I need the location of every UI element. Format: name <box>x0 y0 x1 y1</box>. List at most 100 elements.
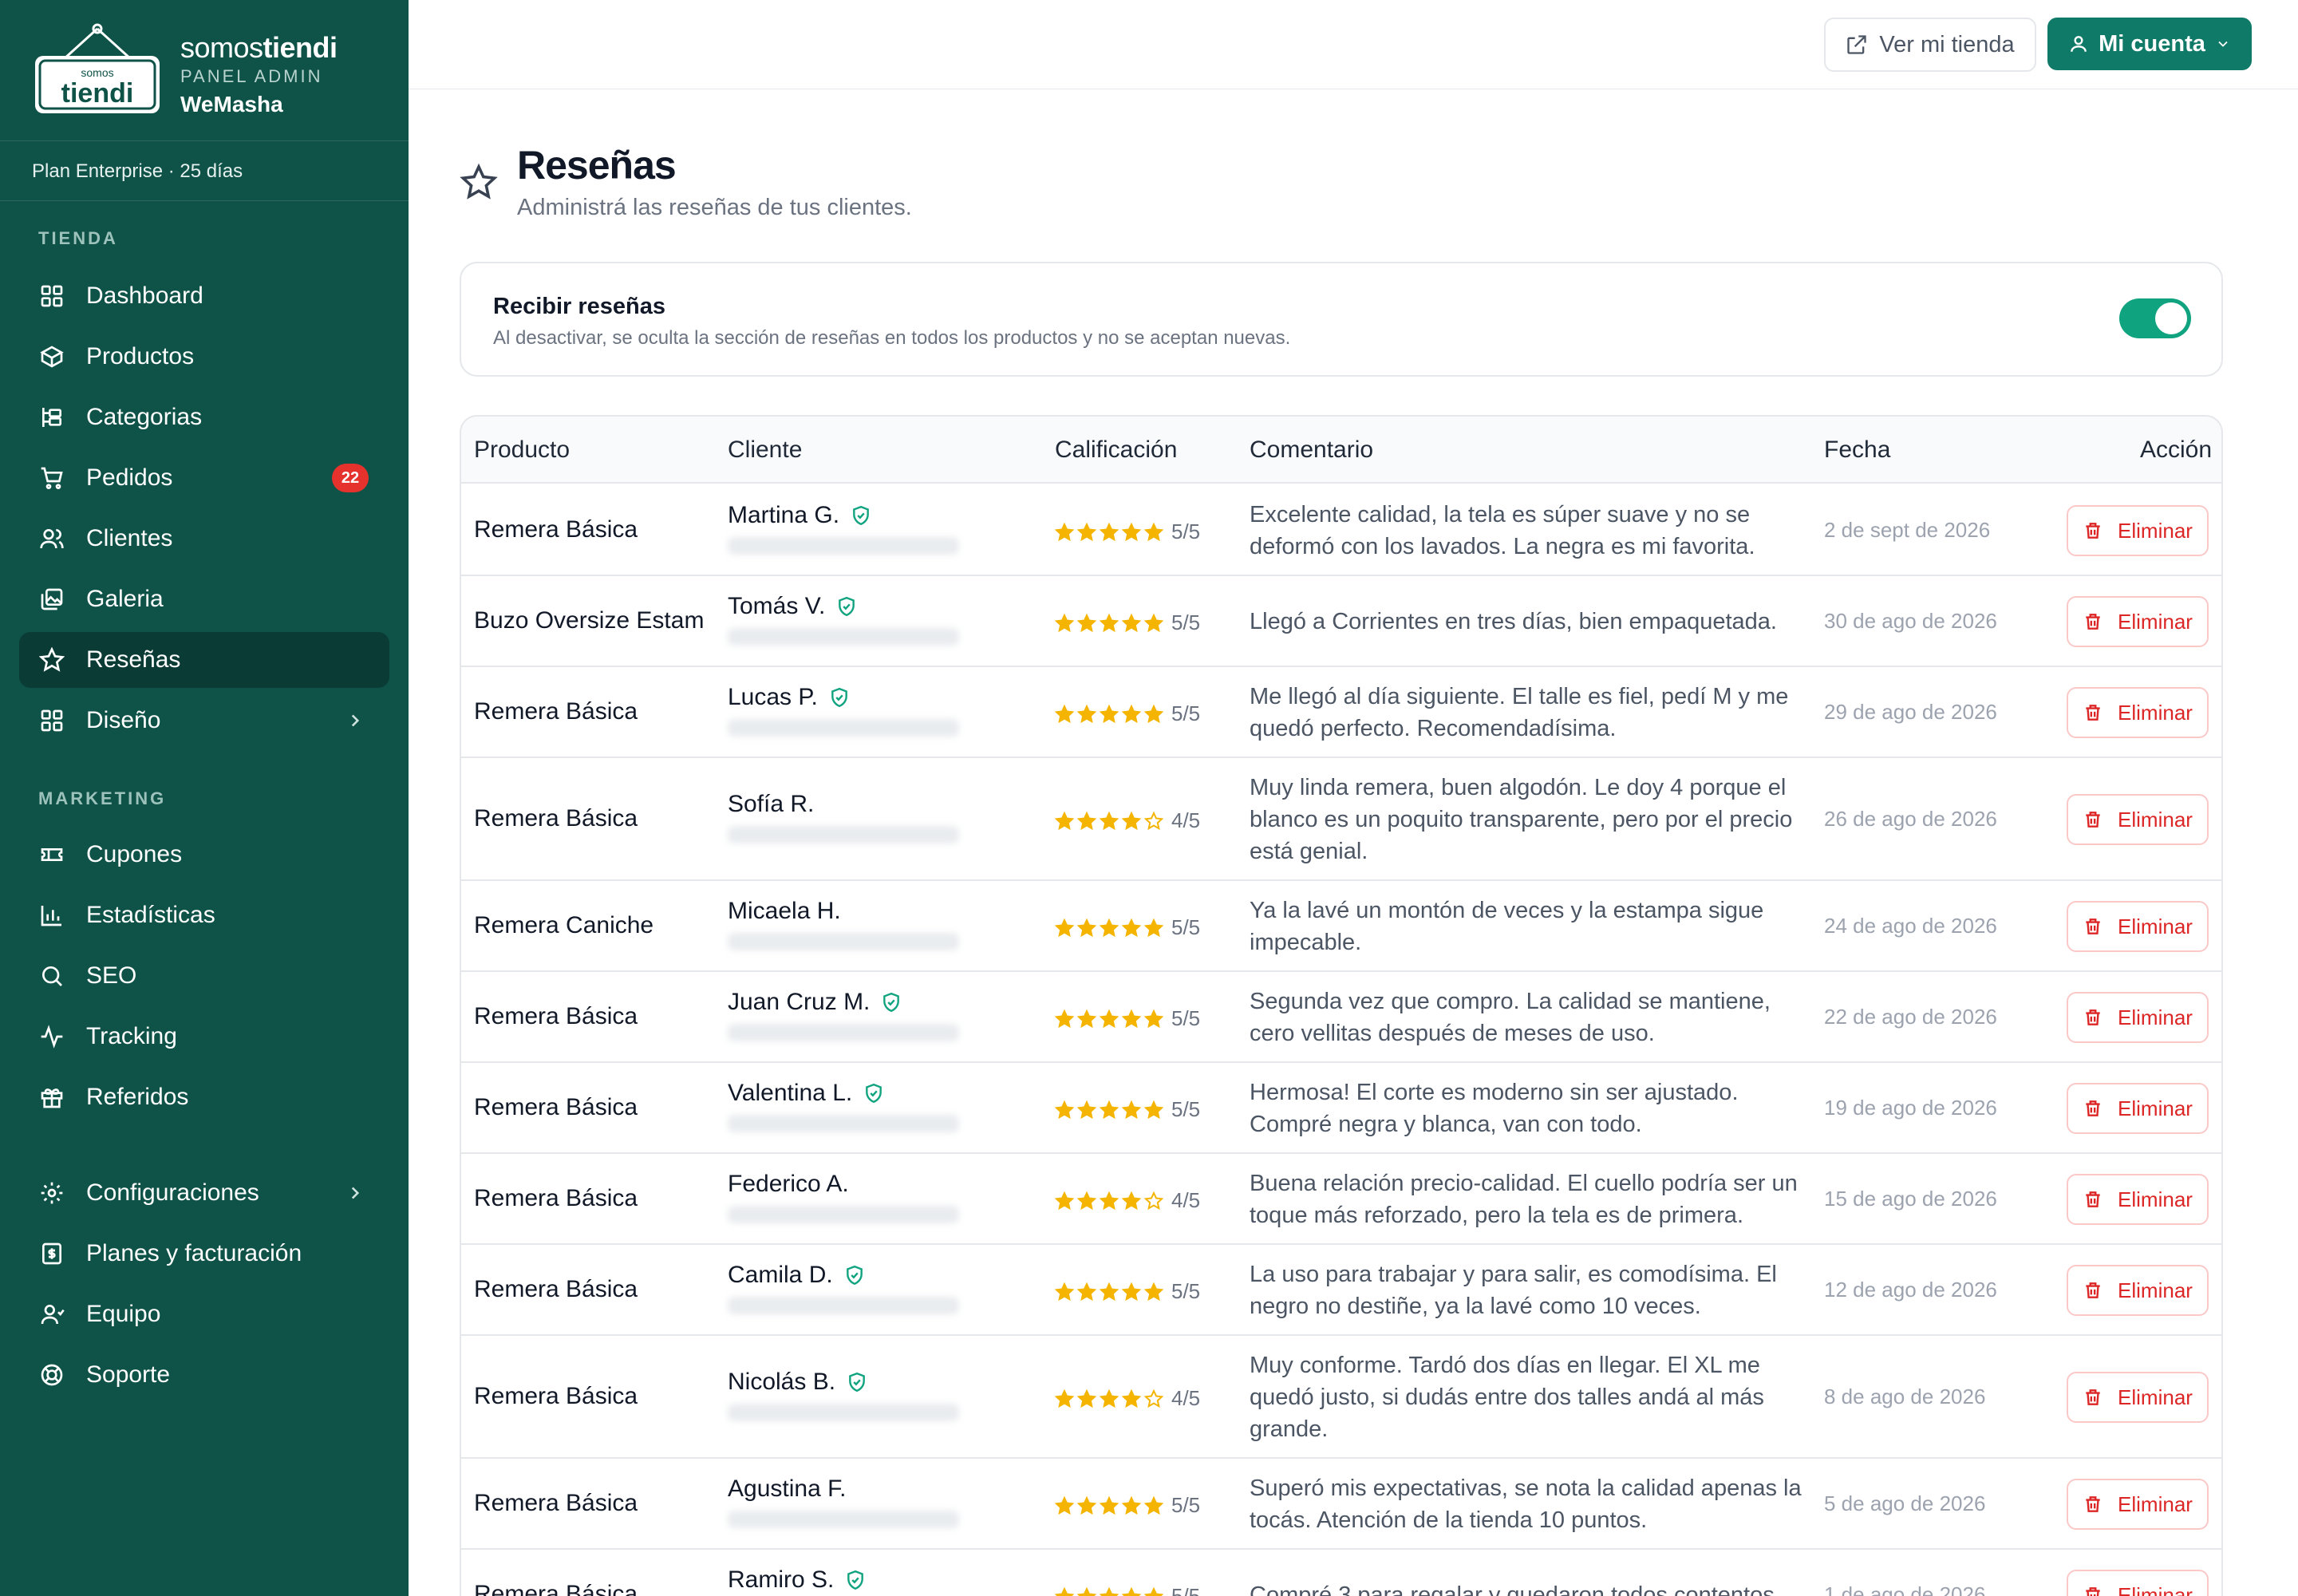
delete-review-button[interactable]: Eliminar <box>2067 1372 2209 1423</box>
review-comment: Hermosa! El corte es moderno sin ser aju… <box>1250 1080 1739 1137</box>
star-filled-icon <box>1076 1191 1097 1211</box>
sidebar-item-galeria[interactable]: Galeria <box>19 571 389 627</box>
star-filled-icon <box>1121 811 1142 831</box>
review-date: 12 de ago de 2026 <box>1824 1278 1997 1302</box>
review-product: Remera Básica <box>474 1185 638 1211</box>
column-header-rating[interactable]: Calificación <box>1055 417 1177 484</box>
review-rating: 4/5 <box>1054 1386 1201 1411</box>
team-icon <box>38 1301 65 1328</box>
view-store-button[interactable]: Ver mi tienda <box>1824 18 2036 72</box>
review-date: 29 de ago de 2026 <box>1824 700 1997 724</box>
delete-review-button[interactable]: Eliminar <box>2067 687 2209 738</box>
store-name: WeMasha <box>180 92 283 117</box>
star-filled-icon <box>1099 1282 1119 1302</box>
table-row: Remera Básica Camila D. 5/5 La uso para tra… <box>461 1245 2221 1336</box>
review-product: Remera Básica <box>474 698 638 725</box>
table-row: Remera Básica Ramiro S. 5/5 Compré 3 para r… <box>461 1550 2221 1596</box>
delete-label: Eliminar <box>2118 1005 2193 1029</box>
sidebar-item-label: Tracking <box>86 1023 177 1049</box>
sidebar-item-estadisticas[interactable]: Estadísticas <box>19 887 389 943</box>
account-menu-button[interactable]: Mi cuenta <box>2047 18 2252 70</box>
delete-review-button[interactable]: Eliminar <box>2067 992 2209 1043</box>
sidebar-item-label: Dashboard <box>86 282 203 309</box>
verified-shield-icon <box>829 687 850 708</box>
delete-review-button[interactable]: Eliminar <box>2067 1265 2209 1316</box>
categories-icon <box>38 404 65 431</box>
rating-text: 4/5 <box>1171 1386 1201 1410</box>
trash-icon <box>2086 705 2100 721</box>
star-filled-icon <box>1121 704 1142 724</box>
trash-icon <box>2086 1496 2100 1512</box>
star-icon <box>460 163 498 201</box>
star-filled-icon <box>1143 1495 1164 1515</box>
sidebar-item-equipo[interactable]: Equipo <box>19 1286 389 1342</box>
column-header-date[interactable]: Fecha <box>1824 417 1890 484</box>
sidebar-item-diseno[interactable]: Diseño <box>19 693 389 749</box>
delete-label: Eliminar <box>2118 1187 2193 1211</box>
delete-review-button[interactable]: Eliminar <box>2067 1083 2209 1134</box>
review-date: 1 de ago de 2026 <box>1824 1582 1986 1596</box>
account-label: Mi cuenta <box>2099 30 2205 57</box>
sidebar-item-planes[interactable]: Planes y facturación <box>19 1226 389 1282</box>
review-rating: 5/5 <box>1054 1097 1200 1122</box>
star-filled-icon <box>1099 1495 1119 1515</box>
plan-status[interactable]: Plan Enterprise · 25 días <box>0 140 409 201</box>
client-email-redacted <box>728 1115 959 1132</box>
sidebar-item-productos[interactable]: Productos <box>19 329 389 385</box>
star-filled-icon <box>1121 1586 1142 1596</box>
sidebar-item-clientes[interactable]: Clientes <box>19 511 389 567</box>
sidebar-item-seo[interactable]: SEO <box>19 948 389 1004</box>
delete-review-button[interactable]: Eliminar <box>2067 1479 2209 1530</box>
review-rating: 5/5 <box>1054 1279 1200 1304</box>
delete-review-button[interactable]: Eliminar <box>2067 505 2209 556</box>
star-filled-icon <box>1121 1191 1142 1211</box>
receive-reviews-description: Al desactivar, se oculta la sección de r… <box>493 327 1291 349</box>
client-email-redacted <box>728 1206 959 1223</box>
delete-review-button[interactable]: Eliminar <box>2067 1174 2209 1225</box>
sidebar-item-configuraciones[interactable]: Configuraciones <box>19 1165 389 1221</box>
delete-label: Eliminar <box>2118 1385 2193 1409</box>
table-row: Remera Básica Martina G. 5/5 Excelente cali… <box>461 485 2221 576</box>
table-row: Remera Básica Valentina L. 5/5 Hermosa! El … <box>461 1063 2221 1154</box>
client-name: Ramiro S. <box>728 1566 835 1593</box>
review-comment: Ya la lavé un montón de veces y la estam… <box>1250 898 1764 955</box>
client-name: Lucas P. <box>728 684 818 710</box>
review-product: Remera Básica <box>474 805 638 832</box>
delete-review-button[interactable]: Eliminar <box>2067 1570 2209 1596</box>
reviews-table: Producto Cliente Calificación Comentario… <box>460 415 2223 1596</box>
star-filled-icon <box>1099 613 1119 633</box>
scrollbar[interactable] <box>2276 89 2298 1596</box>
column-header-product[interactable]: Producto <box>474 417 570 484</box>
client-email-redacted <box>728 1511 959 1528</box>
sidebar-item-pedidos[interactable]: Pedidos 22 <box>19 450 389 506</box>
client-email-redacted <box>728 537 959 555</box>
review-product: Buzo Oversize Estampado <box>474 607 705 634</box>
sidebar-item-referidos[interactable]: Referidos <box>19 1069 389 1125</box>
layout-icon <box>38 707 65 734</box>
column-header-client[interactable]: Cliente <box>728 417 802 484</box>
client-name: Tomás V. <box>728 593 826 619</box>
delete-review-button[interactable]: Eliminar <box>2067 596 2209 647</box>
review-product: Remera Básica <box>474 1581 638 1596</box>
star-filled-icon <box>1076 1495 1097 1515</box>
review-date: 5 de ago de 2026 <box>1824 1491 1986 1515</box>
brand[interactable]: somos tiendi somostiendi PANEL ADMIN WeM… <box>32 22 399 118</box>
rating-text: 4/5 <box>1171 1188 1201 1212</box>
receive-reviews-toggle[interactable] <box>2119 298 2191 338</box>
delete-review-button[interactable]: Eliminar <box>2067 901 2209 952</box>
sidebar-item-label: Productos <box>86 343 195 369</box>
sidebar-item-cupones[interactable]: Cupones <box>19 827 389 883</box>
sidebar-item-categorias[interactable]: Categorias <box>19 389 389 445</box>
sidebar-item-soporte[interactable]: Soporte <box>19 1347 389 1403</box>
delete-review-button[interactable]: Eliminar <box>2067 794 2209 845</box>
star-filled-icon <box>1054 704 1075 724</box>
column-header-comment[interactable]: Comentario <box>1250 417 1373 484</box>
sidebar-item-tracking[interactable]: Tracking <box>19 1009 389 1065</box>
chevron-down-icon <box>2218 41 2228 47</box>
review-date: 22 de ago de 2026 <box>1824 1005 1997 1029</box>
sidebar-item-dashboard[interactable]: Dashboard <box>19 268 389 324</box>
client-email-redacted <box>728 933 959 950</box>
client-email-redacted <box>728 719 959 737</box>
review-client: Ramiro S. <box>728 1566 959 1596</box>
sidebar-item-resenas[interactable]: Reseñas <box>19 632 389 688</box>
